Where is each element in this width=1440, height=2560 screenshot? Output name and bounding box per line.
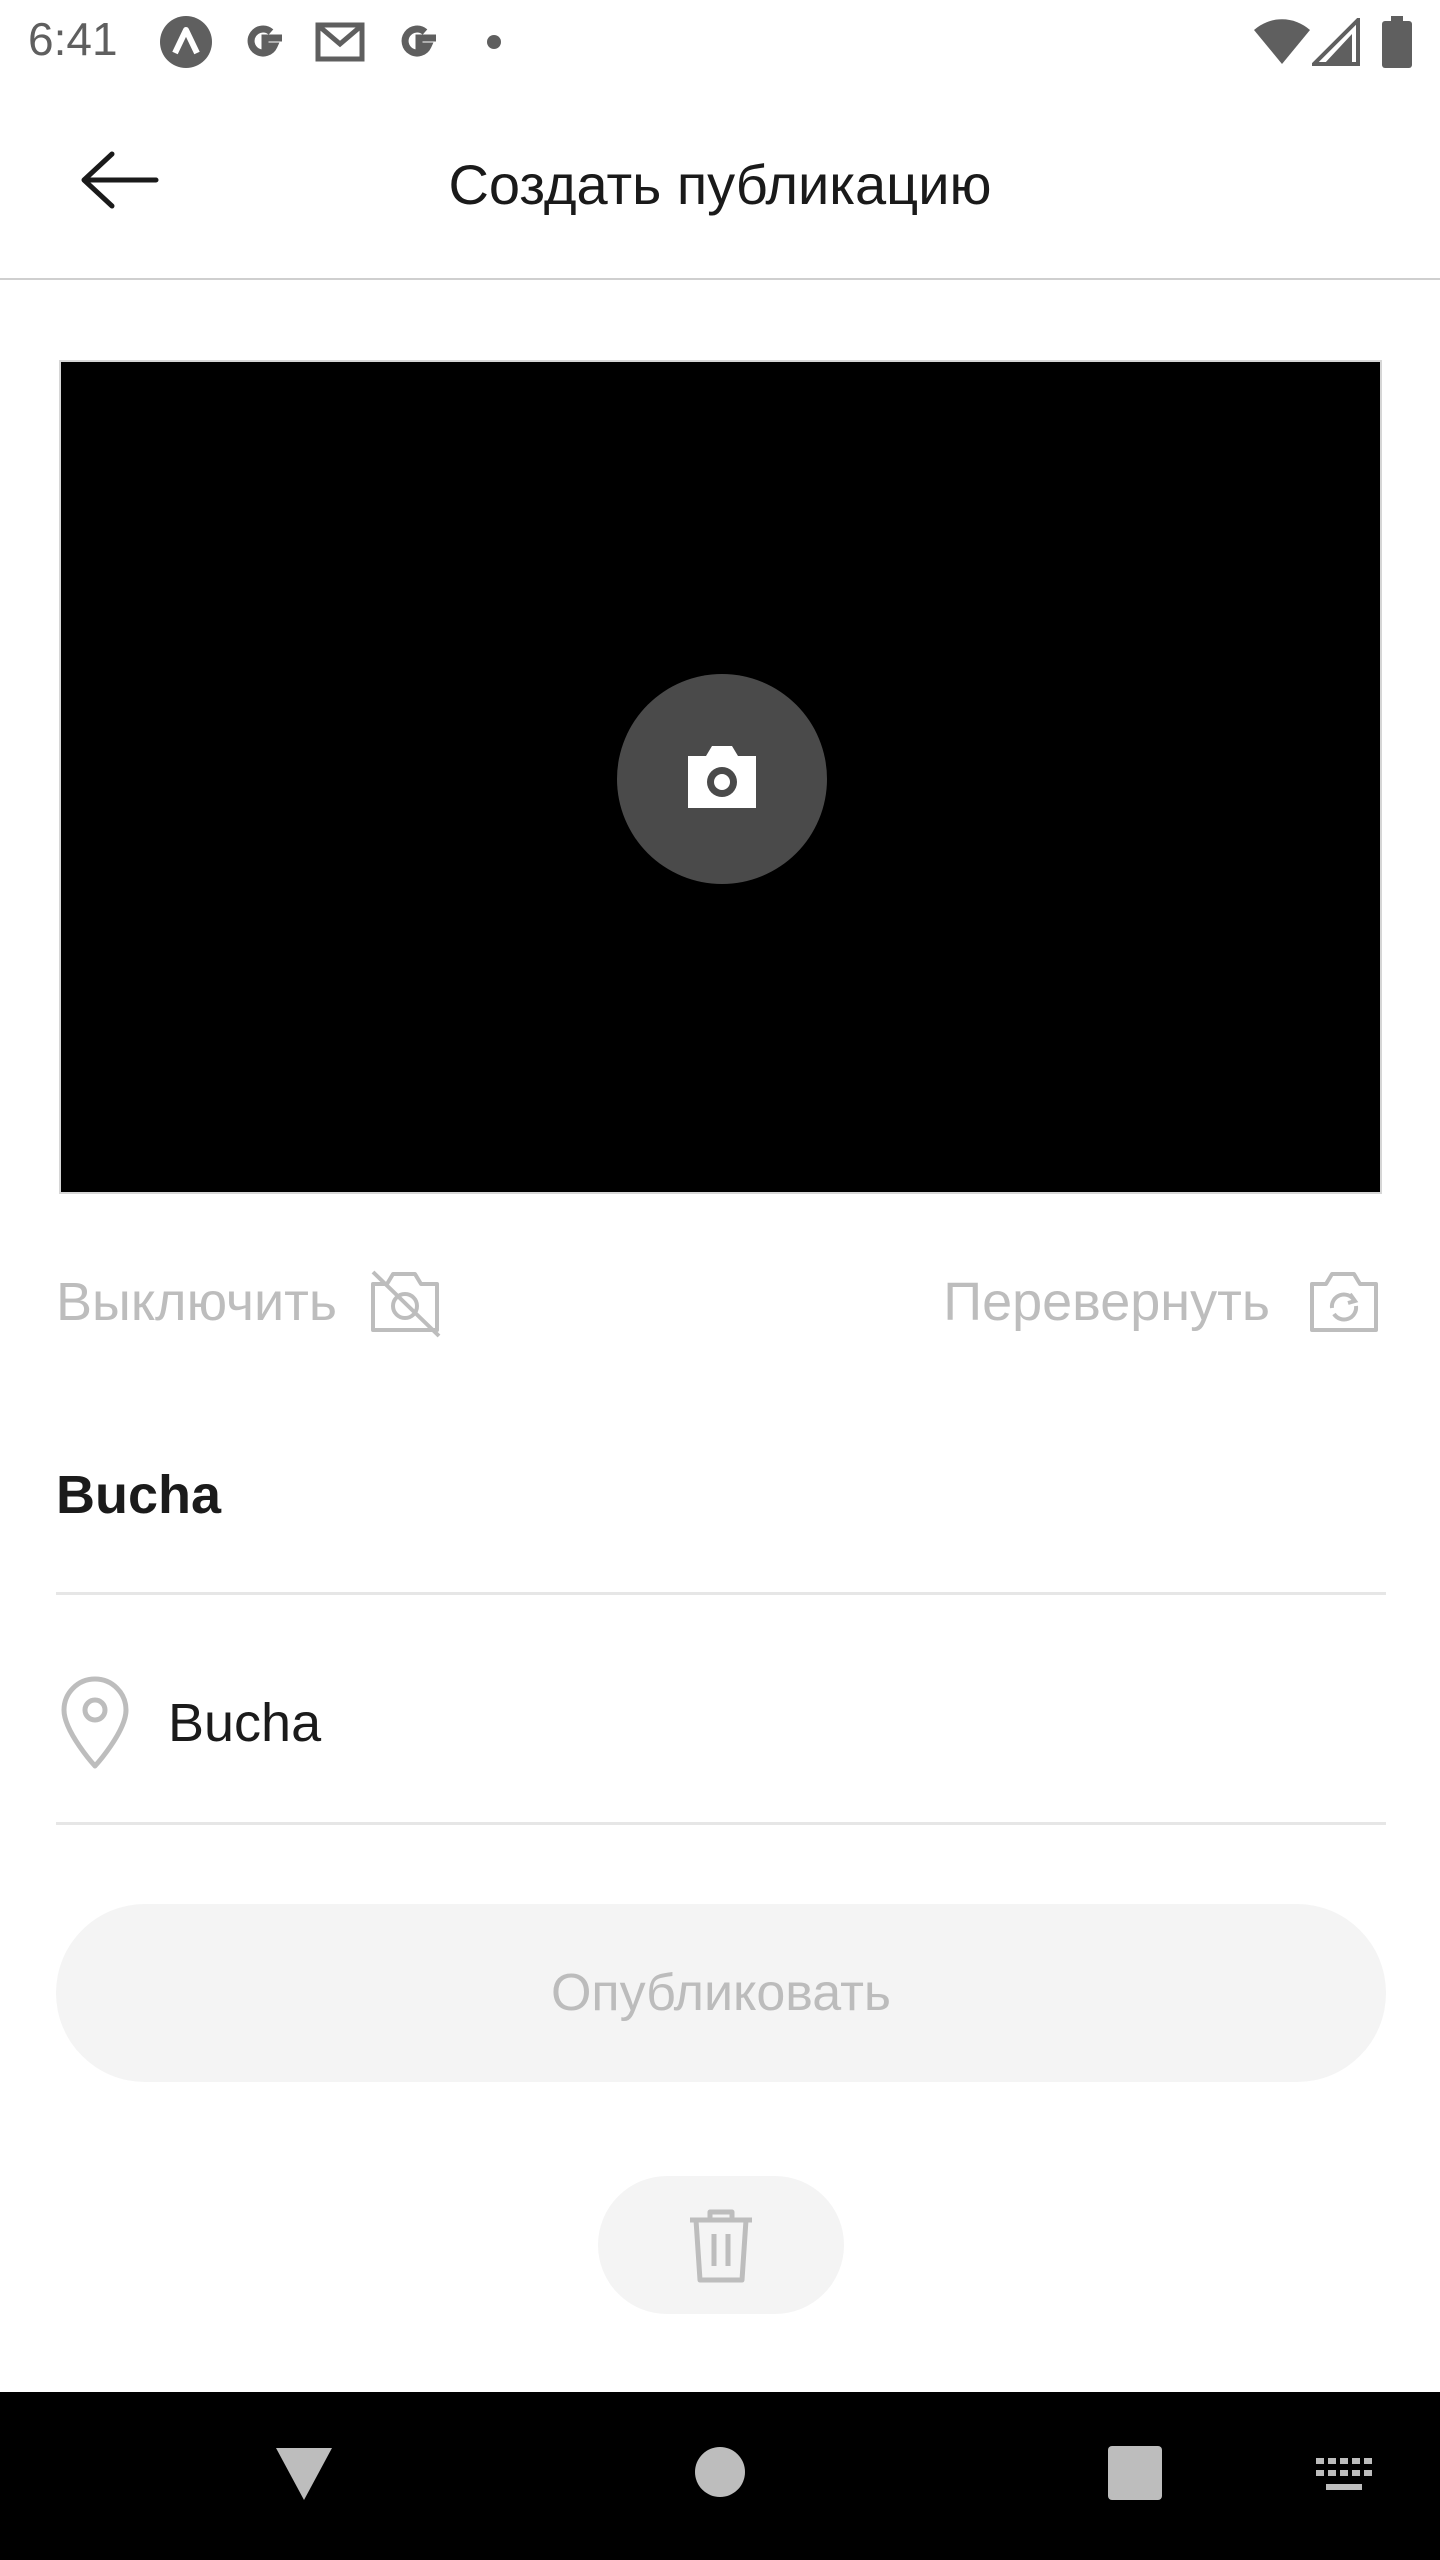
wifi-icon (1254, 19, 1310, 64)
location-field[interactable]: Bucha (56, 1660, 1386, 1825)
gmail-icon (315, 22, 365, 62)
location-input-value[interactable]: Bucha (168, 1692, 321, 1754)
app-a-icon (160, 16, 212, 68)
google-icon (247, 25, 282, 57)
publish-button-label: Опубликовать (550, 1964, 891, 2022)
turn-off-camera-label: Выключить (56, 1272, 338, 1332)
location-pin-icon (61, 1676, 129, 1769)
camera-flip-icon (1310, 1272, 1378, 1332)
shutter-button[interactable] (617, 674, 827, 884)
flip-camera-label: Перевернуть (943, 1272, 1270, 1332)
more-dot-icon (487, 35, 501, 49)
turn-off-camera-button[interactable]: Выключить (56, 1262, 443, 1342)
navigation-bar (0, 2392, 1440, 2560)
camera-preview[interactable] (59, 360, 1382, 1194)
page-title: Создать публикацию (448, 153, 992, 216)
home-circle-icon[interactable] (694, 2446, 746, 2498)
recents-square-icon[interactable] (1108, 2446, 1162, 2500)
status-bar: 6:41 (0, 0, 1440, 84)
google-icon (401, 25, 436, 57)
app-bar: Создать публикацию (0, 84, 1440, 280)
camera-icon (688, 746, 756, 808)
camera-off-icon (371, 1270, 441, 1338)
back-triangle-icon[interactable] (274, 2446, 334, 2502)
title-input-value[interactable]: Bucha (56, 1464, 221, 1526)
publish-button[interactable]: Опубликовать (56, 1904, 1386, 2082)
title-field[interactable]: Bucha (56, 1440, 1386, 1595)
keyboard-icon[interactable] (1316, 2458, 1372, 2492)
flip-camera-button[interactable]: Перевернуть (943, 1262, 1382, 1342)
cell-signal-icon (1312, 18, 1360, 66)
battery-icon (1382, 16, 1412, 68)
status-time: 6:41 (28, 13, 118, 65)
trash-icon (690, 2209, 752, 2283)
delete-button[interactable] (598, 2176, 844, 2314)
